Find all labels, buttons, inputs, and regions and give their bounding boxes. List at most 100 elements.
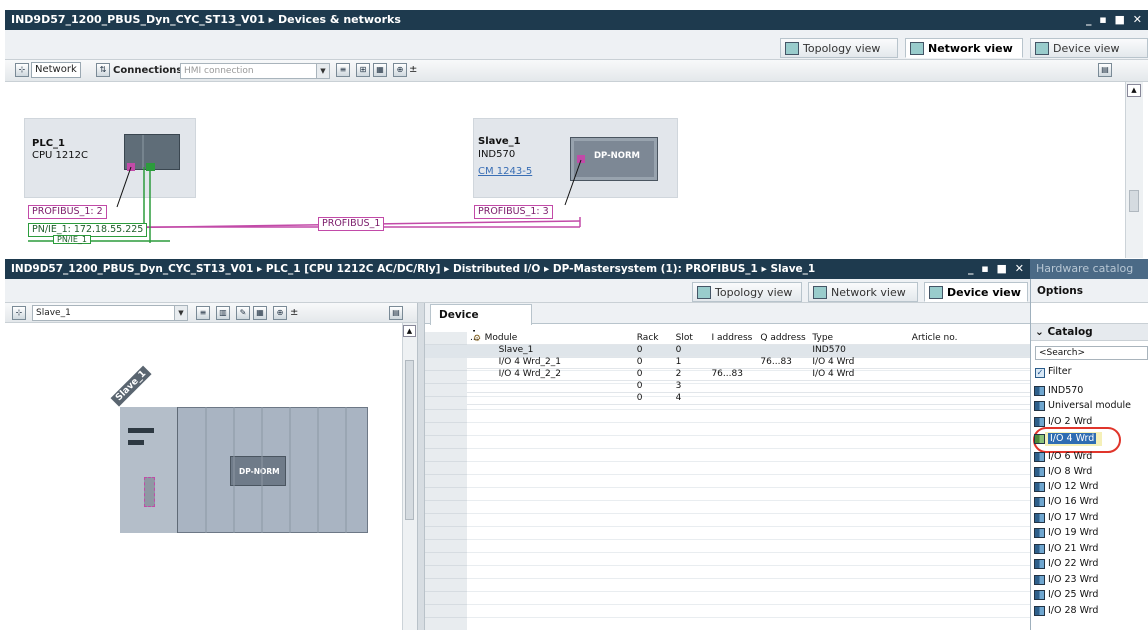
profibus-network-label[interactable]: PROFIBUS_1 — [318, 217, 385, 231]
device-select[interactable]: Slave_1 ▼ — [32, 305, 188, 321]
tab-device-overview[interactable]: Device overview — [430, 304, 532, 341]
catalog-item[interactable]: Universal module — [1034, 399, 1131, 413]
catalog-item[interactable]: I/O 28 Wrd — [1034, 604, 1098, 618]
properties-icon[interactable]: ≡ — [336, 63, 350, 77]
slave-profibus-drop — [564, 159, 582, 206]
module-icon — [1034, 497, 1045, 507]
network-overview-icon[interactable]: ⊞ — [356, 63, 370, 77]
slave-profibus-address[interactable]: PROFIBUS_1: 3 — [474, 205, 553, 219]
grid-icon[interactable]: ▦ — [373, 63, 387, 77]
zoom-stepper-icon[interactable]: ± — [409, 64, 417, 75]
device-zoom-icon[interactable]: ⊕ — [273, 306, 287, 320]
rack-stripe-1 — [128, 428, 154, 433]
tab-device-view[interactable]: Device view — [924, 282, 1028, 302]
overview-panel-divider[interactable] — [417, 303, 425, 630]
catalog-options-header[interactable]: Options — [1031, 279, 1148, 303]
top-window-titlebar: IND9D57_1200_PBUS_Dyn_CYC_ST13_V01 ▸ Dev… — [5, 10, 1148, 30]
catalog-item[interactable]: I/O 16 Wrd — [1034, 495, 1098, 509]
connections-button[interactable]: Connections — [113, 62, 182, 80]
scroll-up-icon[interactable]: ▲ — [1127, 84, 1141, 97]
column-header[interactable]: Q address — [757, 332, 810, 345]
network-mode-icon[interactable]: ⊹ — [15, 63, 29, 77]
device-scroll-thumb[interactable] — [405, 360, 414, 520]
device-grid-icon[interactable]: ▦ — [253, 306, 267, 320]
column-header[interactable]: Type — [809, 332, 909, 345]
rack-slot-dividers — [205, 407, 347, 533]
catalog-item[interactable]: I/O 23 Wrd — [1034, 573, 1098, 587]
device-properties-icon[interactable]: ≡ — [196, 306, 210, 320]
catalog-item[interactable]: I/O 2 Wrd — [1034, 415, 1092, 429]
tab-network-view-top[interactable]: Network view — [905, 38, 1023, 58]
bottom-window-controls[interactable]: _ ▪ ■ ✕ — [968, 259, 1026, 279]
top-window-controls[interactable]: _ ▪ ■ ✕ — [1086, 10, 1144, 30]
network-lines — [27, 159, 582, 243]
chevron-down-icon[interactable]: ▼ — [316, 64, 329, 78]
connections-icon[interactable]: ⇅ — [96, 63, 110, 77]
table-header: ... Module Rack Slot I address Q address… — [467, 332, 1030, 345]
panel-toggle-icon[interactable]: ▤ — [1098, 63, 1112, 77]
device-table-icon[interactable]: ▥ — [216, 306, 230, 320]
device-icon — [1035, 42, 1049, 55]
module-icon — [1034, 434, 1045, 444]
table-row[interactable]: 0 4 — [467, 392, 1030, 405]
table-row[interactable]: Slave_1 0 0 IND570 — [467, 344, 1030, 357]
device-mode-icon[interactable]: ⊹ — [12, 306, 26, 320]
tab-network-view[interactable]: Network view — [808, 282, 918, 302]
topology-icon — [697, 286, 711, 299]
zoom-icon[interactable]: ⊕ — [393, 63, 407, 77]
scroll-thumb[interactable] — [1129, 190, 1139, 212]
table-row[interactable]: I/O 4 Wrd_2_2 0 2 76...83 I/O 4 Wrd — [467, 368, 1030, 381]
catalog-item[interactable]: I/O 6 Wrd — [1034, 450, 1092, 464]
column-header[interactable]: Slot — [672, 332, 709, 345]
network-icon — [910, 42, 924, 55]
filter-label: Filter — [1048, 366, 1072, 377]
plc-profibus-drop — [116, 166, 132, 208]
scroll-up-icon[interactable]: ▲ — [403, 325, 416, 337]
tab-topology-view[interactable]: Topology view — [692, 282, 802, 302]
catalog-search-input[interactable]: <Search> — [1035, 346, 1148, 360]
slave-row-icon: ⚙ — [473, 334, 482, 344]
module-icon — [1034, 590, 1045, 600]
module-icon — [1034, 452, 1045, 462]
catalog-item[interactable]: I/O 21 Wrd — [1034, 542, 1098, 556]
device-zoom-stepper-icon[interactable]: ± — [290, 307, 298, 318]
chevron-down-icon[interactable]: ▼ — [174, 306, 187, 320]
module-icon — [1034, 482, 1045, 492]
overview-row-stripes — [425, 332, 467, 630]
tab-device-view-top[interactable]: Device view — [1030, 38, 1148, 58]
catalog-item[interactable]: I/O 12 Wrd — [1034, 480, 1098, 494]
device-panel-toggle-icon[interactable]: ▤ — [389, 306, 403, 320]
catalog-item[interactable]: I/O 25 Wrd — [1034, 588, 1098, 602]
module-icon — [1034, 528, 1045, 538]
catalog-section-header[interactable]: ⌄ Catalog — [1031, 323, 1148, 341]
network-scrollbar[interactable] — [1125, 82, 1143, 258]
device-edit-icon[interactable]: ✎ — [236, 306, 250, 320]
slave-name: Slave_1 — [478, 136, 521, 147]
plc-profibus-address[interactable]: PROFIBUS_1: 2 — [28, 205, 107, 219]
catalog-item[interactable]: IND570 — [1034, 384, 1083, 398]
top-window-title: IND9D57_1200_PBUS_Dyn_CYC_ST13_V01 ▸ Dev… — [11, 13, 401, 26]
catalog-item[interactable]: I/O 22 Wrd — [1034, 557, 1098, 571]
module-icon — [1034, 513, 1045, 523]
module-icon — [1034, 544, 1045, 554]
table-row[interactable]: 0 3 — [467, 380, 1030, 393]
rack-head-module[interactable] — [120, 407, 178, 533]
rack-connector[interactable] — [144, 477, 155, 507]
tab-topology-view-top[interactable]: Topology view — [780, 38, 898, 58]
bottom-window-titlebar: IND9D57_1200_PBUS_Dyn_CYC_ST13_V01 ▸ PLC… — [5, 259, 1030, 279]
catalog-item[interactable]: I/O 8 Wrd — [1034, 465, 1092, 479]
column-header[interactable]: Rack — [633, 332, 673, 345]
catalog-item[interactable]: I/O 17 Wrd — [1034, 511, 1098, 525]
tab-hardware-catalog[interactable]: Hardware catalog — [1030, 259, 1148, 279]
column-header[interactable]: Module — [481, 332, 634, 345]
connection-type-select[interactable]: HMI connection ▼ — [180, 63, 330, 79]
column-header[interactable]: Article no. — [908, 332, 1030, 345]
column-header[interactable]: I address — [708, 332, 758, 345]
pnie-network-label[interactable]: PN/IE_1 — [53, 235, 92, 244]
table-row[interactable]: I/O 4 Wrd_2_1 0 1 76...83 I/O 4 Wrd — [467, 356, 1030, 369]
network-button[interactable]: Network — [31, 62, 81, 78]
catalog-item[interactable]: I/O 19 Wrd — [1034, 526, 1098, 540]
filter-checkbox[interactable]: ✓ — [1035, 368, 1045, 378]
module-icon — [1034, 386, 1045, 396]
catalog-item-selected[interactable]: I/O 4 Wrd — [1034, 432, 1097, 446]
